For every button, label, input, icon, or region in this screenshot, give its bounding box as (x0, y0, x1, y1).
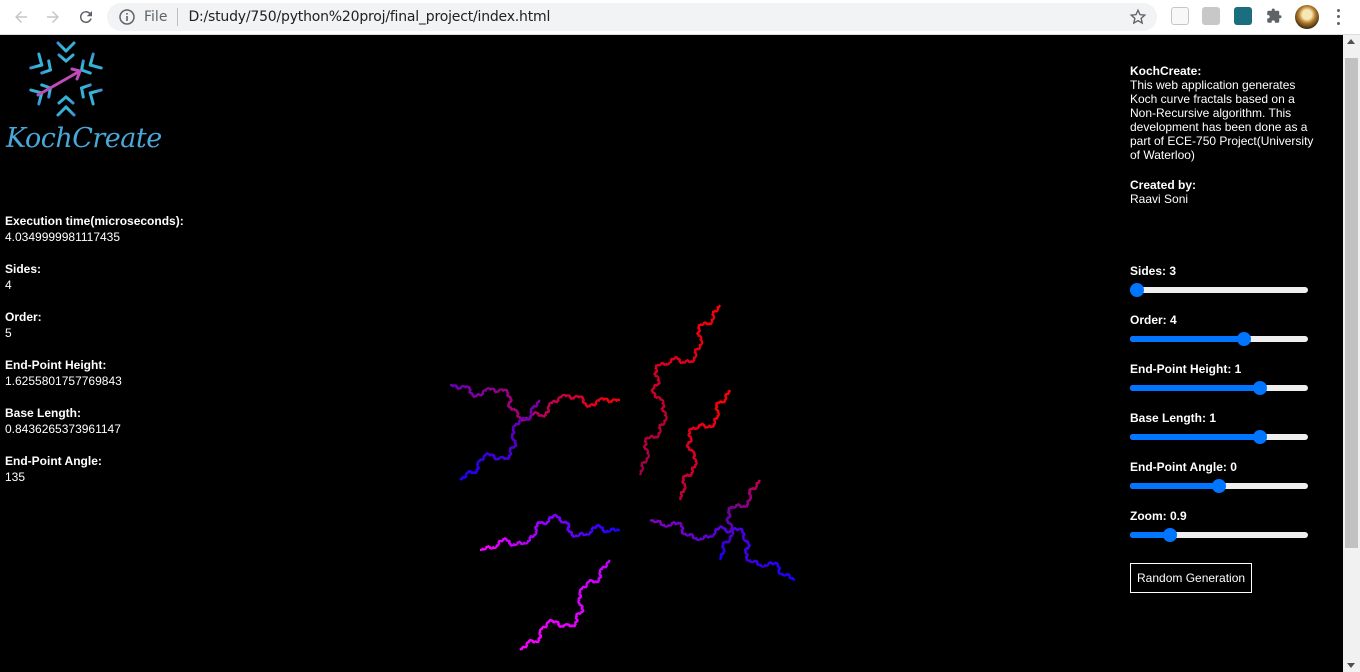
sides-slider[interactable] (1130, 281, 1310, 299)
fractal-arm (639, 304, 721, 476)
kochcreate-logo: KochCreate (4, 35, 162, 160)
stat-label: Execution time(microseconds): (5, 214, 184, 228)
zoom-slider[interactable] (1130, 526, 1310, 544)
stat-base-length: Base Length: 0.8436265373961147 (5, 405, 265, 437)
stat-label: End-Point Angle: (5, 454, 102, 468)
scroll-down-arrow-icon[interactable] (1347, 663, 1355, 668)
slider-thumb[interactable] (1212, 479, 1226, 493)
stat-value: 5 (5, 326, 12, 340)
stat-execution-time: Execution time(microseconds): 4.03499999… (5, 213, 265, 245)
stats-panel: Execution time(microseconds): 4.03499999… (5, 213, 265, 501)
control-label: Zoom: (1130, 509, 1167, 523)
control-value: 1 (1234, 362, 1242, 376)
scroll-up-arrow-icon[interactable] (1347, 39, 1355, 44)
fractal-arm (449, 383, 621, 422)
stat-value: 1.6255801757769843 (5, 374, 122, 388)
control-zoom: Zoom: 0.9 (1130, 508, 1315, 557)
control-value: 1 (1209, 411, 1217, 425)
stat-label: Base Length: (5, 406, 82, 420)
about-title: KochCreate: (1130, 64, 1202, 78)
logo-text: KochCreate (6, 123, 162, 154)
extensions-puzzle-icon[interactable] (1265, 7, 1283, 25)
slider-thumb[interactable] (1130, 283, 1144, 297)
stat-end-point-height: End-Point Height: 1.6255801757769843 (5, 357, 265, 389)
slider-fill (1130, 336, 1244, 342)
extension-1-icon[interactable] (1171, 7, 1189, 25)
stat-label: End-Point Height: (5, 358, 107, 372)
stat-end-point-angle: End-Point Angle: 135 (5, 453, 265, 485)
slider-fill (1130, 434, 1260, 440)
control-value: 4 (1170, 313, 1177, 327)
omnibox-divider (177, 8, 179, 26)
vertical-scrollbar[interactable] (1343, 35, 1360, 672)
stat-value: 4.0349999981117435 (5, 230, 121, 244)
control-label: Sides: (1130, 264, 1167, 278)
stat-value: 135 (5, 470, 26, 484)
back-arrow-icon (15, 11, 27, 23)
stat-sides: Sides: 4 (5, 261, 265, 293)
control-label: Base Length: (1130, 411, 1207, 425)
slider-thumb[interactable] (1253, 381, 1267, 395)
info-icon[interactable] (119, 9, 135, 25)
fractal-arm (519, 559, 611, 651)
about-description: This web application generates Koch curv… (1130, 78, 1314, 162)
base-length-slider[interactable] (1130, 428, 1310, 446)
stat-value: 0.8436265373961147 (5, 422, 121, 436)
end-point-height-slider[interactable] (1130, 379, 1310, 397)
bookmark-star-icon[interactable] (1129, 8, 1147, 26)
order-slider[interactable] (1130, 330, 1310, 348)
fractal-arm (479, 513, 621, 552)
profile-avatar[interactable] (1295, 5, 1319, 29)
about-panel: KochCreate: This web application generat… (1130, 64, 1315, 206)
stat-order: Order: 5 (5, 309, 265, 341)
scheme-label: File (144, 9, 168, 25)
control-sides: Sides: 3 (1130, 263, 1315, 312)
control-value: 0.9 (1170, 509, 1187, 523)
created-by-label: Created by: (1130, 178, 1197, 192)
fractal-arm (649, 518, 796, 582)
browser-toolbar: File D:/study/750/python%20proj/final_pr… (0, 0, 1360, 35)
stat-label: Sides: (5, 262, 42, 276)
end-point-angle-slider[interactable] (1130, 477, 1310, 495)
slider-fill (1130, 483, 1219, 489)
address-bar[interactable]: File D:/study/750/python%20proj/final_pr… (107, 3, 1157, 31)
slider-thumb[interactable] (1253, 430, 1267, 444)
control-label: End-Point Height: (1130, 362, 1232, 376)
slider-thumb[interactable] (1162, 528, 1177, 542)
snowflake-icon (29, 37, 103, 121)
extension-3-icon[interactable] (1234, 7, 1252, 25)
fractal-arm (459, 399, 541, 481)
author-name: Raavi Soni (1130, 192, 1189, 206)
stat-value: 4 (5, 278, 12, 292)
page-content: KochCreate Execution time(microseconds):… (0, 35, 1343, 672)
control-value: 3 (1169, 264, 1177, 278)
control-end-point-height: End-Point Height: 1 (1130, 361, 1315, 410)
scroll-thumb[interactable] (1345, 58, 1358, 548)
forward-button[interactable] (40, 5, 66, 29)
random-generation-button[interactable]: Random Generation (1130, 563, 1253, 593)
fractal-arm (678, 389, 732, 501)
forward-arrow-icon (47, 11, 59, 23)
slider-fill (1130, 385, 1260, 391)
control-end-point-angle: End-Point Angle: 0 (1130, 459, 1315, 508)
control-label: End-Point Angle: (1130, 460, 1227, 474)
extension-2-icon[interactable] (1202, 7, 1220, 25)
reload-icon (79, 11, 92, 24)
browser-menu-icon[interactable] (1330, 7, 1346, 27)
slider-thumb[interactable] (1236, 332, 1251, 346)
reload-button[interactable] (73, 5, 99, 29)
slider-track (1130, 287, 1308, 293)
url-text[interactable]: D:/study/750/python%20proj/final_project… (188, 9, 550, 25)
fractal-canvas (449, 304, 796, 651)
controls-panel: Sides: 3 Order: 4 End-Point Height: 1 Ba… (1130, 263, 1315, 593)
stat-label: Order: (5, 310, 42, 324)
control-base-length: Base Length: 1 (1130, 410, 1315, 459)
fractal-arm (719, 479, 761, 561)
control-label: Order: (1130, 313, 1167, 327)
control-value: 0 (1230, 460, 1237, 474)
back-button[interactable] (8, 5, 34, 29)
control-order: Order: 4 (1130, 312, 1315, 361)
